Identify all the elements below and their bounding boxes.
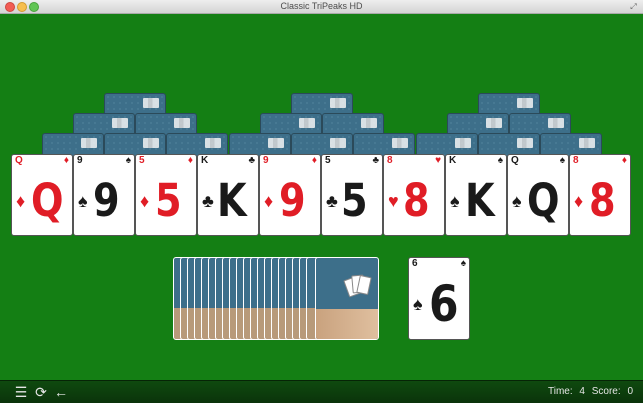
club-icon: ♣ [326, 191, 338, 211]
spade-icon: ♠ [497, 155, 503, 166]
bottom-toolbar: ☰ ⟳ ← Time: 4 Score: 0 [0, 380, 643, 403]
card-rank-large: K [465, 174, 495, 227]
playing-card[interactable]: 8 ♦ ♦ 8 [569, 154, 631, 236]
diamond-icon: ♦ [621, 155, 627, 166]
playing-card[interactable]: 5 ♦ ♦ 5 [135, 154, 197, 236]
card-rank-corner: 8 [387, 155, 393, 166]
card-rank-corner: 6 [412, 258, 418, 269]
playing-card[interactable]: Q ♠ ♠ Q [507, 154, 569, 236]
heart-icon: ♥ [388, 191, 399, 211]
card-rank-large: 8 [589, 174, 616, 227]
card-rank-corner: 9 [77, 155, 83, 166]
score-label: Score: [591, 386, 621, 397]
card-rank-large: 9 [93, 174, 120, 227]
fullscreen-icon[interactable]: ⤢ [629, 2, 638, 11]
club-icon: ♣ [248, 155, 255, 166]
time-label: Time: [547, 386, 573, 397]
playing-card[interactable]: 5 ♣ ♣ 5 [321, 154, 383, 236]
card-rank-corner: 5 [139, 155, 145, 166]
score-value: 0 [627, 386, 633, 397]
diamond-icon: ♦ [16, 191, 26, 211]
card-rank-large: Q [527, 174, 560, 227]
spade-icon: ♠ [460, 258, 466, 269]
window-titlebar: Classic TriPeaks HD ⤢ [0, 0, 643, 14]
card-rank-corner: K [201, 155, 209, 166]
playing-card[interactable]: Q ♦ ♦ Q [11, 154, 73, 236]
club-icon: ♣ [202, 191, 214, 211]
spade-icon: ♠ [450, 191, 460, 211]
card-rank-large: 5 [341, 174, 368, 227]
stock-top-card[interactable] [315, 257, 379, 340]
diamond-icon: ♦ [140, 191, 150, 211]
card-fan-illustration [343, 274, 372, 298]
stock-pile[interactable] [173, 257, 379, 340]
card-rank-corner: 8 [573, 155, 579, 166]
playing-card[interactable]: 9 ♦ ♦ 9 [259, 154, 321, 236]
card-rank-corner: Q [15, 155, 23, 166]
card-rank-corner: K [449, 155, 457, 166]
diamond-icon: ♦ [187, 155, 193, 166]
card-rank-large: 9 [279, 174, 306, 227]
diamond-icon: ♦ [311, 155, 317, 166]
club-icon: ♣ [372, 155, 379, 166]
playing-card[interactable]: 8 ♥ ♥ 8 [383, 154, 445, 236]
restart-icon[interactable]: ⟳ [32, 383, 50, 401]
card-rank-large: 8 [403, 174, 430, 227]
status-readout: Time: 4 Score: 0 [544, 386, 633, 397]
diamond-icon: ♦ [264, 191, 274, 211]
card-rank-large: Q [31, 174, 64, 227]
card-rank-corner: 5 [325, 155, 331, 166]
card-rank-large: 6 [429, 275, 459, 333]
spade-icon: ♠ [512, 191, 522, 211]
time-value: 4 [579, 386, 585, 397]
spade-icon: ♠ [559, 155, 565, 166]
undo-arrow-icon[interactable]: ← [52, 383, 70, 401]
playing-card[interactable]: K ♣ ♣ K [197, 154, 259, 236]
spade-icon: ♠ [125, 155, 131, 166]
diamond-icon: ♦ [574, 191, 584, 211]
heart-icon: ♥ [435, 155, 441, 166]
hand-illustration [316, 309, 378, 339]
menu-icon[interactable]: ☰ [12, 383, 30, 401]
diamond-icon: ♦ [63, 155, 69, 166]
card-rank-large: 5 [155, 174, 182, 227]
playing-card[interactable]: K ♠ ♠ K [445, 154, 507, 236]
playing-card[interactable]: 9 ♠ ♠ 9 [73, 154, 135, 236]
card-rank-corner: 9 [263, 155, 269, 166]
spade-icon: ♠ [78, 191, 88, 211]
waste-card: 6 ♠ ♠ 6 [408, 257, 470, 340]
card-rank-corner: Q [511, 155, 519, 166]
spade-icon: ♠ [413, 294, 423, 314]
card-rank-large: K [217, 174, 247, 227]
window-title: Classic TriPeaks HD [280, 1, 363, 11]
